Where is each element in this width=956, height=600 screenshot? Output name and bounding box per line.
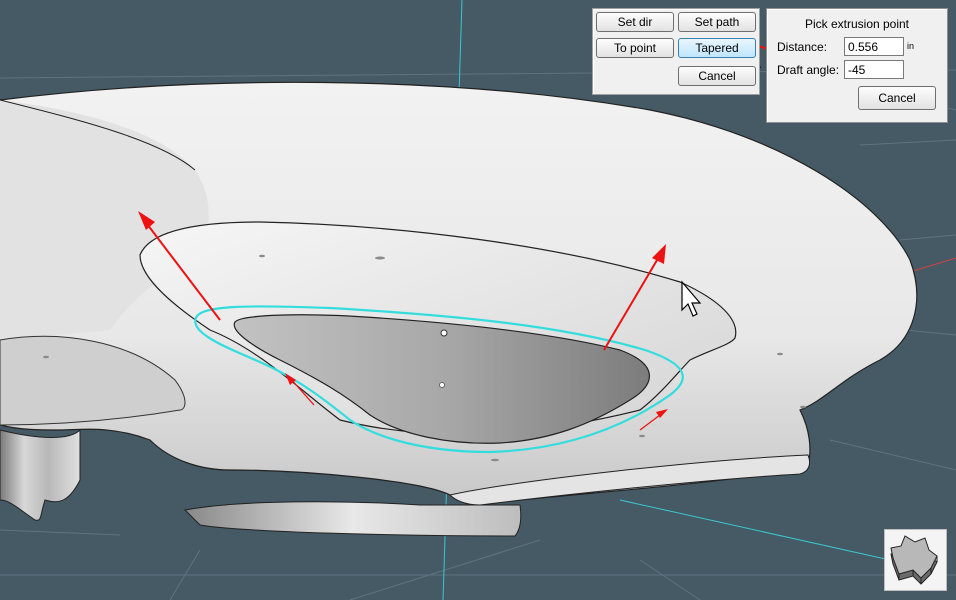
left-lobe: [0, 428, 81, 521]
pedestal-body: [183, 501, 522, 537]
distance-label: Distance:: [777, 40, 828, 54]
set-path-button[interactable]: Set path: [678, 12, 756, 32]
distance-field[interactable]: [844, 37, 904, 56]
pick-cancel-button[interactable]: Cancel: [858, 86, 936, 110]
cancel-button[interactable]: Cancel: [678, 66, 756, 86]
pick-extrusion-panel: Pick extrusion point Distance: in Draft …: [766, 8, 948, 123]
extrude-options-panel: Set dir Set path To point Tapered Cancel: [592, 8, 760, 95]
draft-angle-label: Draft angle:: [777, 63, 840, 77]
distance-unit: in: [907, 41, 915, 51]
extrude-shape-icon[interactable]: [884, 529, 947, 591]
set-dir-button[interactable]: Set dir: [596, 12, 674, 32]
to-point-button[interactable]: To point: [596, 38, 674, 58]
center-point[interactable]: [439, 382, 445, 388]
y-axis: [619, 499, 891, 561]
pivot-point[interactable]: [440, 329, 448, 337]
draft-angle-field[interactable]: [844, 60, 904, 79]
tapered-button[interactable]: Tapered: [678, 38, 756, 58]
panel-title: Pick extrusion point: [804, 17, 910, 31]
